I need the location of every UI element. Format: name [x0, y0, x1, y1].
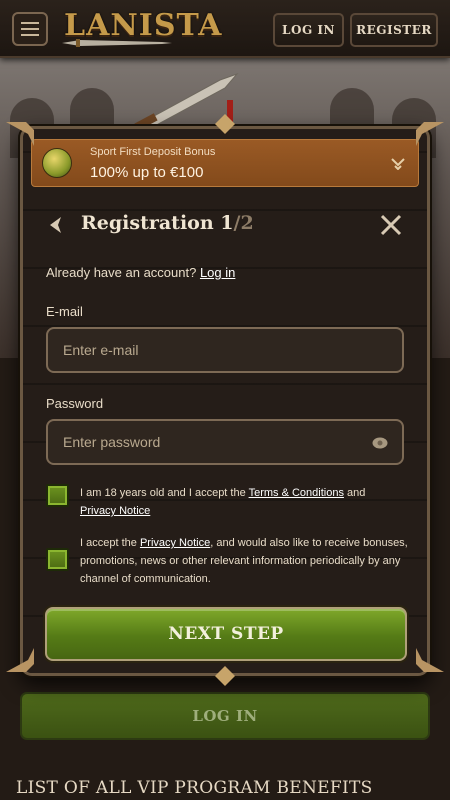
bonus-subtitle: Sport First Deposit Bonus	[90, 146, 216, 158]
terms-consent-text: I am 18 years old and I accept the Terms…	[80, 487, 366, 517]
chevron-down-icon[interactable]	[390, 156, 406, 170]
registration-modal: Sport First Deposit Bonus 100% up to €10…	[20, 126, 430, 676]
bottom-gem-icon	[215, 666, 235, 686]
marketing-consent-text: I accept the Privacy Notice, and would a…	[80, 537, 408, 585]
menu-icon[interactable]	[12, 12, 48, 46]
close-icon[interactable]	[379, 213, 403, 237]
logo-sword-icon	[62, 39, 172, 47]
password-label: Password	[46, 396, 104, 411]
bonus-selector[interactable]: Sport First Deposit Bonus 100% up to €10…	[31, 139, 419, 187]
marketing-checkbox[interactable]	[46, 548, 69, 571]
terms-consent-row: I am 18 years old and I accept the Terms…	[46, 484, 408, 522]
have-account-text: Already have an account? Log in	[46, 265, 236, 280]
marketing-consent-row: I accept the Privacy Notice, and would a…	[46, 534, 408, 590]
terms-checkbox[interactable]	[46, 484, 69, 507]
back-arrow-icon[interactable]	[47, 216, 65, 234]
email-field[interactable]: Enter e-mail	[46, 327, 404, 373]
bonus-title: 100% up to €100	[90, 164, 204, 181]
eye-icon[interactable]	[372, 437, 388, 449]
next-step-button[interactable]: NEXT STEP	[45, 607, 407, 661]
registration-header: Registration 1/2	[23, 205, 427, 245]
registration-title: Registration 1/2	[81, 212, 254, 234]
top-header: LANISTA LOG IN REGISTER	[0, 0, 450, 58]
corner-ornament-icon	[416, 648, 444, 672]
vip-benefits-title: LIST OF ALL VIP PROGRAM BENEFITS	[16, 778, 373, 798]
corner-ornament-icon	[6, 122, 34, 146]
corner-ornament-icon	[6, 648, 34, 672]
football-icon	[42, 148, 72, 178]
terms-link[interactable]: Terms & Conditions	[249, 487, 344, 499]
corner-ornament-icon	[416, 122, 444, 146]
header-register-button[interactable]: REGISTER	[350, 13, 438, 47]
email-label: E-mail	[46, 304, 83, 319]
page-login-button[interactable]: LOG IN	[20, 692, 430, 740]
privacy-link[interactable]: Privacy Notice	[80, 505, 150, 517]
header-login-button[interactable]: LOG IN	[273, 13, 344, 47]
login-link[interactable]: Log in	[200, 265, 235, 280]
privacy-notice-link[interactable]: Privacy Notice	[140, 537, 210, 549]
top-gem-icon	[215, 114, 235, 134]
password-field[interactable]: Enter password	[46, 419, 404, 465]
